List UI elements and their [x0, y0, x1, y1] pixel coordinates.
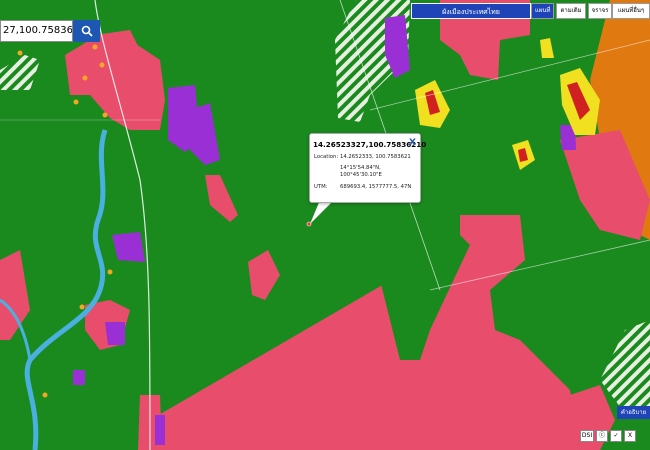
legend-button[interactable]: คำอธิบาย [617, 406, 650, 419]
utm-value: 689693.4, 1577777.5, 47N [340, 184, 412, 190]
coordinate-popup: 14.26523327,100.75836210 X Location: 14.… [309, 133, 426, 203]
footer-item-dsi[interactable]: DSI [580, 430, 594, 442]
other-maps-button[interactable]: แผนที่อื่นๆ [612, 3, 650, 19]
basemap-button[interactable]: แผนที่ [531, 3, 555, 19]
industrial-zone-5 [105, 322, 125, 345]
location-marker[interactable] [306, 221, 312, 227]
dms-latitude: 14°15'54.84"N, [340, 165, 381, 171]
footer-item-check[interactable]: ✓ [610, 430, 622, 442]
zoning-map[interactable] [0, 0, 650, 450]
location-value: 14.2652333, 100.7583621 [340, 154, 411, 160]
industrial-zone-6 [73, 370, 85, 385]
search-button[interactable] [73, 20, 100, 42]
layer-select[interactable]: ผังเมืองประเทศไทย [411, 3, 531, 19]
utm-label: UTM: [314, 184, 328, 190]
close-icon[interactable]: X [409, 138, 416, 148]
location-label: Location: [314, 154, 339, 160]
footer-item-copyright[interactable]: ⓒ [596, 430, 608, 442]
toolbar-item-default[interactable]: ตามเดิม [556, 3, 586, 19]
footer-item-close[interactable]: X [624, 430, 636, 442]
search-input[interactable]: 27,100.75836210 [0, 20, 73, 42]
dms-longitude: 100°45'30.10"E [340, 172, 382, 178]
toolbar-item-traffic[interactable]: จราจร [587, 3, 613, 19]
toolbar: แผนที่ ตามเดิม จราจร [531, 3, 613, 19]
industrial-zone-8 [155, 415, 165, 445]
search-icon [81, 25, 93, 37]
